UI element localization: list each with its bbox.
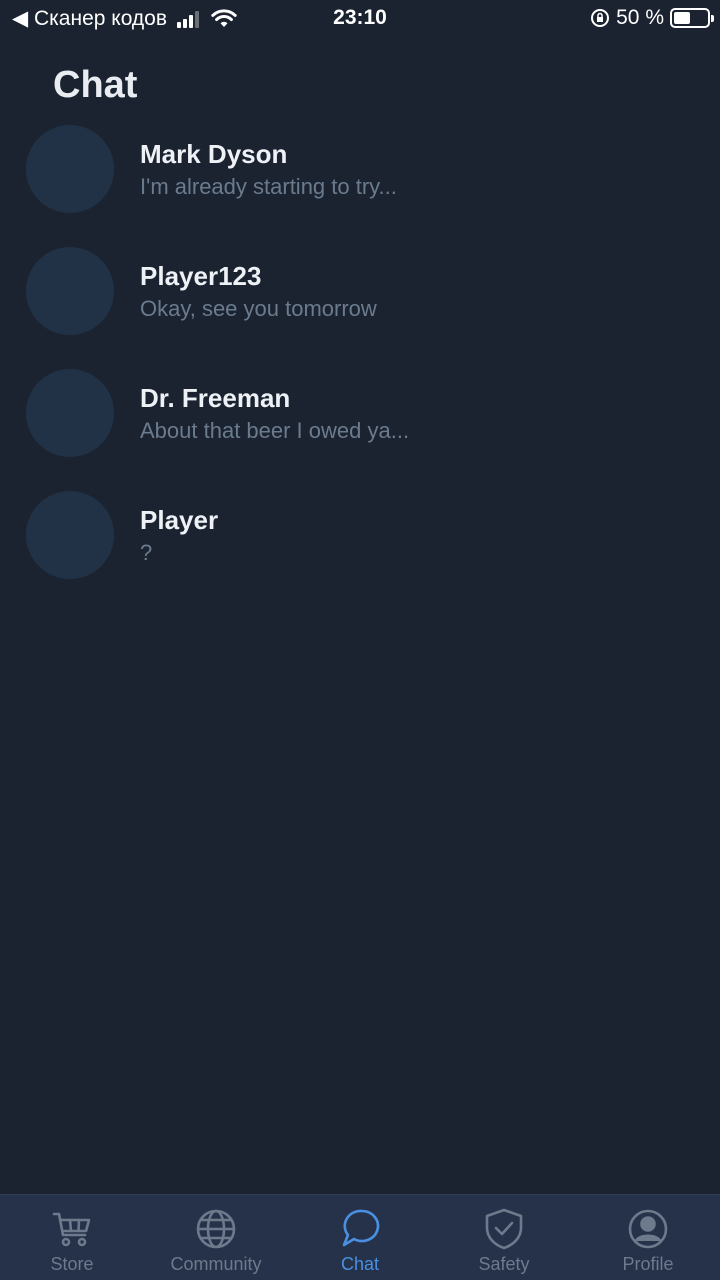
globe-icon [196, 1209, 236, 1249]
chat-last-message: Okay, see you tomorrow [140, 296, 377, 321]
tab-chat[interactable]: Chat [288, 1195, 432, 1280]
tab-label: Community [170, 1254, 262, 1274]
status-bar: ◀ Сканер кодов 23:10 50 % [0, 0, 720, 36]
chat-bubble-icon [342, 1209, 380, 1247]
chat-list-item[interactable]: Player123 Okay, see you tomorrow [0, 244, 720, 366]
chat-list-item[interactable]: Dr. Freeman About that beer I owed ya... [0, 366, 720, 488]
chat-screen: ◀ Сканер кодов 23:10 50 % Chat Mark Dyso… [0, 0, 720, 1280]
tab-label: Store [50, 1254, 94, 1274]
chat-list-item[interactable]: Mark Dyson I'm already starting to try..… [0, 122, 720, 244]
battery-icon [670, 8, 714, 28]
battery-level [674, 12, 690, 24]
chat-last-message: About that beer I owed ya... [140, 418, 410, 443]
bottom-tab-bar: Store Community Chat Safety Profile [0, 1194, 720, 1280]
battery-percent: 50 % [616, 6, 664, 29]
chat-contact-name: Mark Dyson [140, 139, 288, 169]
avatar [26, 125, 114, 213]
tab-safety[interactable]: Safety [432, 1195, 576, 1280]
tab-profile[interactable]: Profile [576, 1195, 720, 1280]
shield-check-icon [485, 1208, 523, 1250]
status-right: 50 % [590, 6, 714, 30]
user-circle-icon [628, 1209, 668, 1249]
avatar [26, 491, 114, 579]
page-title: Chat [53, 64, 138, 106]
cart-icon [52, 1212, 91, 1247]
tab-store[interactable]: Store [0, 1195, 144, 1280]
tab-community[interactable]: Community [144, 1195, 288, 1280]
rotation-lock-icon [591, 9, 610, 27]
tab-label: Safety [478, 1254, 530, 1274]
avatar [26, 247, 114, 335]
chat-last-message: ? [140, 540, 153, 565]
chat-contact-name: Player123 [140, 261, 262, 291]
tab-label: Profile [622, 1254, 674, 1274]
chat-list-item[interactable]: Player ? [0, 488, 720, 610]
chat-contact-name: Player [140, 505, 219, 535]
chat-contact-name: Dr. Freeman [140, 383, 291, 413]
chat-last-message: I'm already starting to try... [140, 174, 397, 199]
avatar [26, 369, 114, 457]
chat-list: Mark Dyson I'm already starting to try..… [0, 122, 720, 610]
tab-label: Chat [340, 1254, 380, 1274]
